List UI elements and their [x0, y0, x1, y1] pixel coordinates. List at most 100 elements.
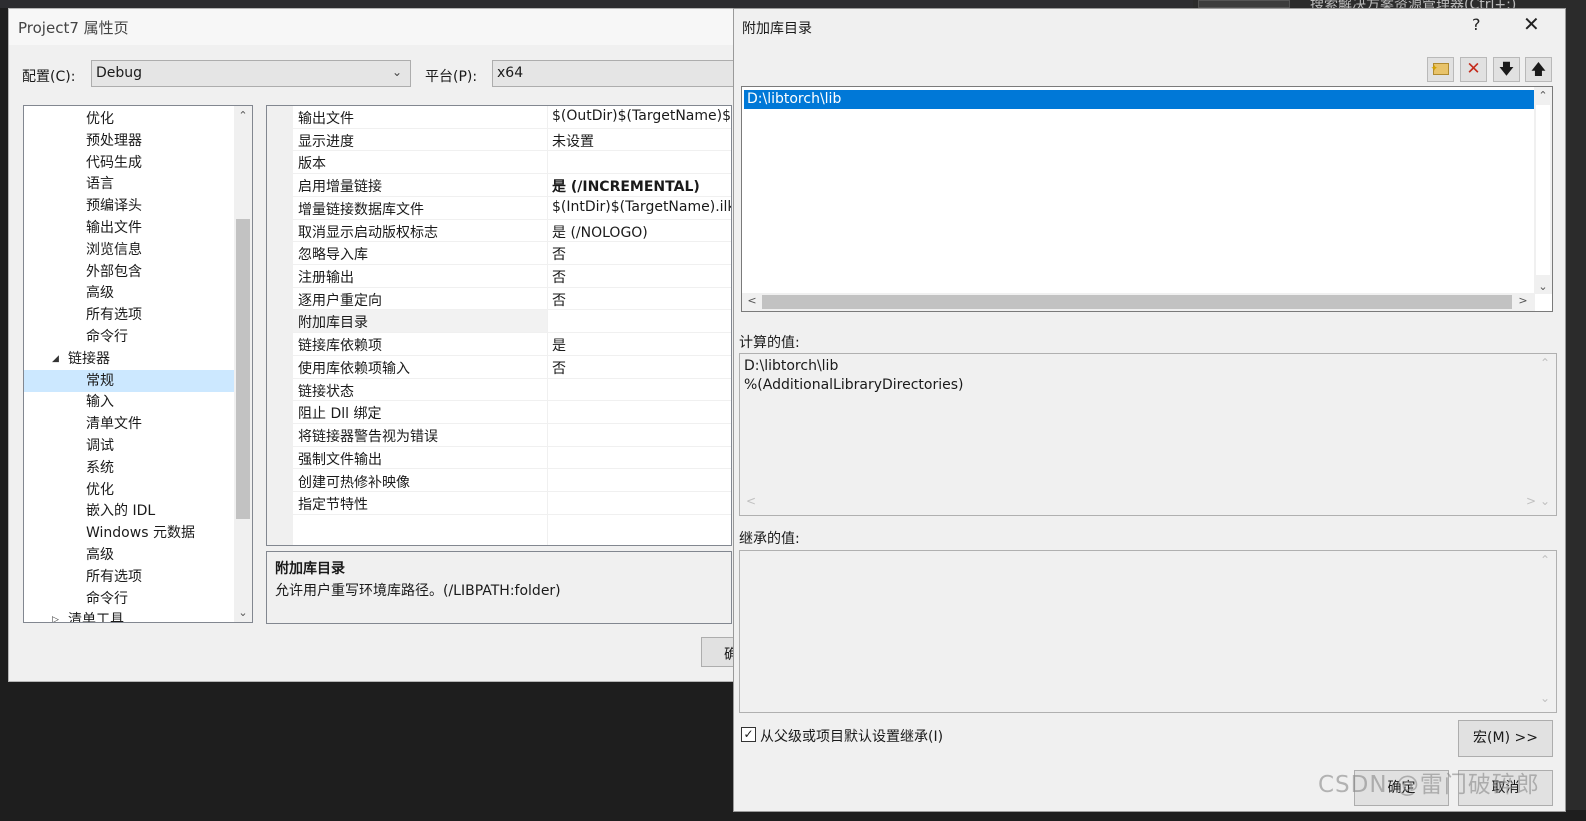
property-row[interactable]: 阻止 Dll 绑定: [267, 401, 731, 425]
tree-item[interactable]: 所有选项: [24, 566, 236, 588]
property-row[interactable]: 逐用户重定向 否: [267, 288, 731, 311]
chevron-right-icon[interactable]: >: [1517, 294, 1529, 308]
tree-item-label: 输入: [86, 394, 114, 411]
property-value[interactable]: $(IntDir)$(TargetName).ilk: [552, 199, 731, 215]
property-name: 将链接器警告视为错误: [298, 429, 438, 446]
tree-item[interactable]: 命令行: [24, 588, 236, 610]
tree-item-label: 浏览信息: [86, 241, 142, 258]
property-row[interactable]: 将链接器警告视为错误: [267, 424, 731, 447]
property-value[interactable]: 否: [552, 358, 566, 378]
tree-item[interactable]: 命令行: [24, 326, 236, 348]
property-row[interactable]: 链接状态: [267, 379, 731, 402]
property-row[interactable]: 强制文件输出: [267, 447, 731, 470]
tree-item[interactable]: ▷ 清单工具: [24, 609, 236, 623]
tree-item[interactable]: 系统: [24, 457, 236, 479]
property-value[interactable]: 是 (/NOLOGO): [552, 222, 648, 242]
property-value[interactable]: 是: [552, 335, 566, 355]
property-row[interactable]: 版本: [267, 151, 731, 175]
property-row[interactable]: 指定节特性: [267, 492, 731, 515]
tree-item[interactable]: 预处理器: [24, 130, 236, 152]
property-row[interactable]: 注册输出 否: [267, 265, 731, 288]
new-folder-icon: ✦: [1431, 63, 1449, 75]
macros-button[interactable]: 宏(M) >>: [1458, 720, 1553, 757]
property-name: 注册输出: [298, 270, 354, 287]
tree-item[interactable]: Windows 元数据: [24, 522, 236, 544]
category-tree[interactable]: 优化 预处理器 代码生成 语言 预编译头 输出文件 浏览信息 外部包含 高级 所有选项 命令行 ◢ 链接…: [23, 105, 253, 623]
tree-item[interactable]: 高级: [24, 282, 236, 304]
expanded-arrow-icon[interactable]: ◢: [52, 348, 59, 370]
property-row[interactable]: 使用库依赖项输入 否: [267, 356, 731, 379]
property-row[interactable]: 显示进度 未设置: [267, 129, 731, 152]
property-row[interactable]: 取消显示启动版权标志 是 (/NOLOGO): [267, 220, 731, 243]
tree-item[interactable]: 输出文件: [24, 217, 236, 239]
property-value[interactable]: 是 (/INCREMENTAL): [552, 176, 700, 196]
tree-item[interactable]: ◢ 链接器: [24, 348, 236, 370]
tree-item[interactable]: 优化: [24, 108, 236, 130]
property-value[interactable]: $(OutDir)$(TargetName)$: [552, 108, 731, 124]
list-vertical-scrollbar[interactable]: ⌃ ⌄: [1534, 87, 1552, 294]
tree-item[interactable]: 预编译头: [24, 195, 236, 217]
tree-item[interactable]: 代码生成: [24, 152, 236, 174]
tree-item[interactable]: 调试: [24, 435, 236, 457]
property-name: 指定节特性: [298, 497, 368, 514]
property-row[interactable]: 附加库目录: [267, 310, 731, 334]
property-value[interactable]: 未设置: [552, 131, 594, 151]
chevron-up-icon: ⌃: [1539, 553, 1550, 567]
tree-item[interactable]: 所有选项: [24, 304, 236, 326]
new-line-button[interactable]: ✦: [1427, 57, 1454, 82]
tree-scrollbar[interactable]: ⌃ ⌄: [234, 106, 252, 622]
tree-item[interactable]: 嵌入的 IDL: [24, 500, 236, 522]
tree-item[interactable]: 外部包含: [24, 261, 236, 283]
property-name: 阻止 Dll 绑定: [298, 406, 382, 423]
help-button[interactable]: ?: [1472, 15, 1481, 34]
additional-library-directories-dialog: 附加库目录 ? ✕ ✦ ✕ 🡇 🡅 D:\libtorch\lib ⌃ ⌄ < …: [733, 8, 1566, 812]
close-button[interactable]: ✕: [1523, 12, 1540, 36]
list-hscroll-thumb[interactable]: [762, 295, 1512, 309]
chevron-left-icon[interactable]: <: [746, 294, 758, 308]
tree-item-label: 高级: [86, 285, 114, 302]
move-up-button[interactable]: 🡅: [1525, 57, 1552, 82]
ide-search-box[interactable]: [1198, 0, 1290, 8]
property-value[interactable]: 否: [552, 290, 566, 310]
property-name: 链接库依赖项: [298, 338, 382, 355]
list-horizontal-scrollbar[interactable]: < >: [742, 293, 1535, 311]
collapsed-arrow-icon[interactable]: ▷: [52, 609, 59, 622]
move-down-button[interactable]: 🡇: [1493, 57, 1520, 82]
chevron-down-icon[interactable]: ⌄: [1537, 280, 1549, 294]
platform-select[interactable]: x64: [492, 60, 737, 87]
tree-item[interactable]: 常规: [24, 369, 236, 392]
chevron-down-icon[interactable]: ⌄: [237, 606, 249, 620]
tree-item-label: 预编译头: [86, 198, 142, 215]
directory-entry[interactable]: D:\libtorch\lib: [744, 90, 1534, 109]
config-value: Debug: [96, 65, 143, 81]
tree-item[interactable]: 清单文件: [24, 413, 236, 435]
directory-list[interactable]: D:\libtorch\lib ⌃ ⌄ < >: [741, 86, 1553, 312]
tree-item[interactable]: 优化: [24, 479, 236, 501]
evaluated-value-box: D:\libtorch\lib %(AdditionalLibraryDirec…: [739, 353, 1557, 516]
property-name: 启用增量链接: [298, 179, 382, 196]
tree-item-label: 清单工具: [68, 612, 124, 623]
chevron-up-icon[interactable]: ⌃: [1537, 89, 1549, 103]
property-row[interactable]: 启用增量链接 是 (/INCREMENTAL): [267, 174, 731, 197]
chevron-up-icon[interactable]: ⌃: [237, 109, 249, 123]
property-row[interactable]: 链接库依赖项 是: [267, 333, 731, 356]
inherit-checkbox[interactable]: ✓: [741, 727, 756, 742]
delete-line-button[interactable]: ✕: [1460, 57, 1487, 82]
tree-item[interactable]: 输入: [24, 391, 236, 413]
tree-item-label: 语言: [86, 176, 114, 193]
property-row[interactable]: 增量链接数据库文件 $(IntDir)$(TargetName).ilk: [267, 197, 731, 220]
property-value[interactable]: 否: [552, 244, 566, 264]
config-select[interactable]: Debug ⌄: [91, 60, 411, 87]
tree-item[interactable]: 语言: [24, 173, 236, 195]
property-row[interactable]: 创建可热修补映像: [267, 470, 731, 493]
tree-item[interactable]: 浏览信息: [24, 239, 236, 261]
property-row[interactable]: 输出文件 $(OutDir)$(TargetName)$: [267, 106, 731, 129]
tree-scroll-thumb[interactable]: [236, 219, 250, 519]
property-row[interactable]: 忽略导入库 否: [267, 242, 731, 265]
property-name: 版本: [298, 156, 326, 173]
tree-item[interactable]: 高级: [24, 544, 236, 566]
tree-item-label: 清单文件: [86, 416, 142, 433]
tree-item-label: 优化: [86, 481, 114, 498]
property-grid[interactable]: 输出文件 $(OutDir)$(TargetName)$ 显示进度 未设置 版本 启用增量…: [266, 105, 732, 546]
property-value[interactable]: 否: [552, 267, 566, 287]
